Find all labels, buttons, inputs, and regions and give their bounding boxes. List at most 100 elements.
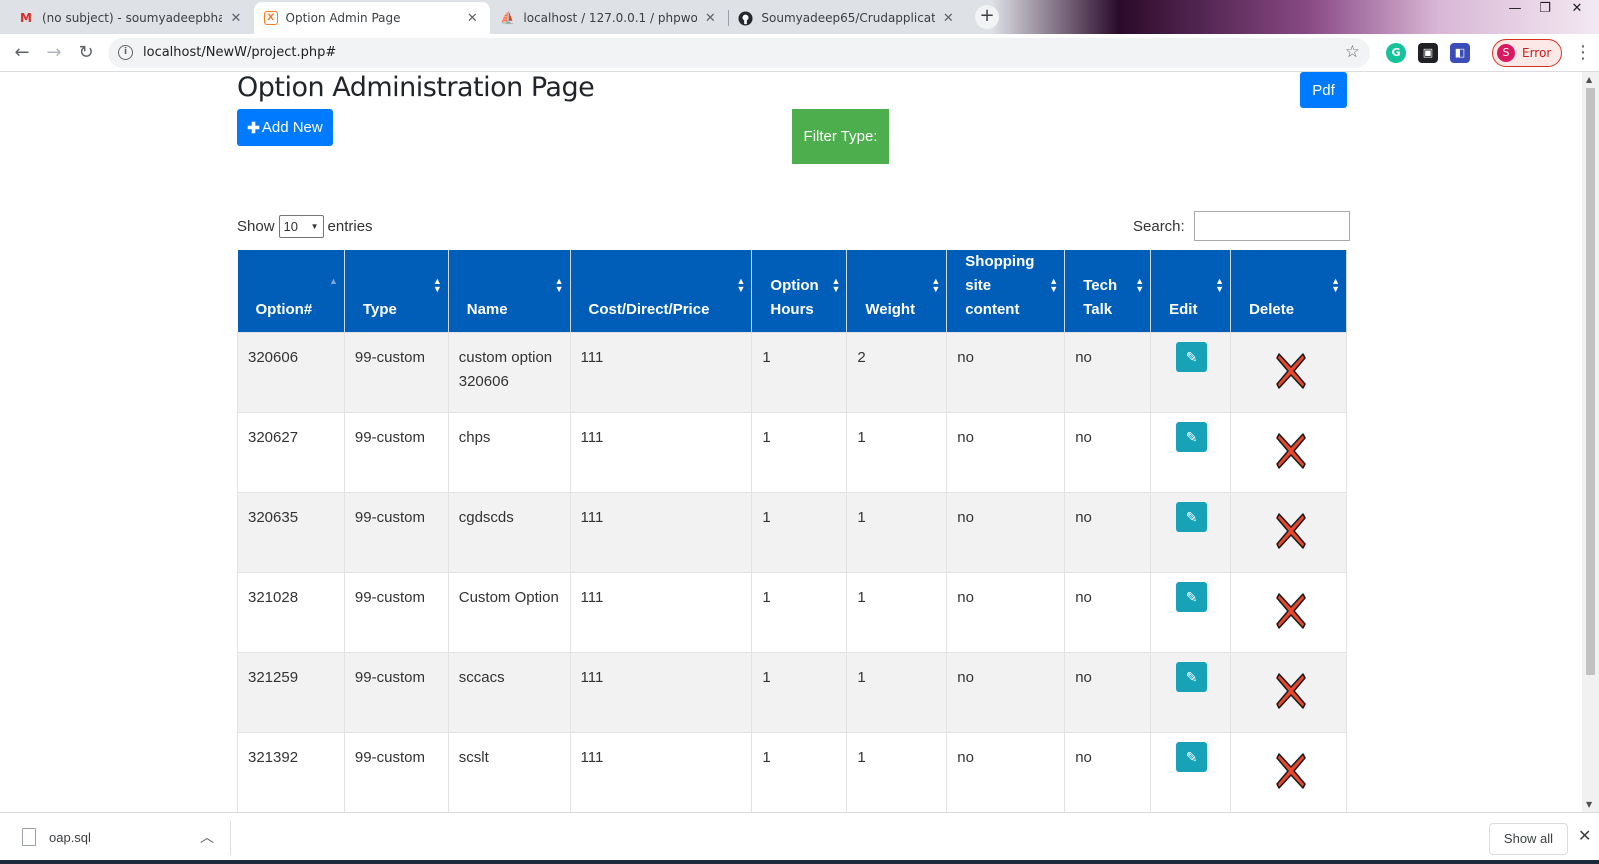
cell-name: Custom Option bbox=[447, 572, 571, 653]
entries-select[interactable]: 10 ▼ bbox=[278, 215, 324, 238]
add-new-button[interactable]: ✚ Add New bbox=[237, 109, 333, 146]
cell-option: 320627 bbox=[237, 412, 345, 493]
cell-cost: 111 bbox=[569, 732, 753, 812]
delete-icon[interactable] bbox=[1275, 352, 1307, 390]
filter-type-label: Filter Type: bbox=[803, 128, 878, 145]
scrollbar-thumb[interactable] bbox=[1586, 88, 1595, 675]
sort-icon: ▲ ▼ bbox=[831, 276, 841, 294]
column-header-option[interactable]: Option# ▲ bbox=[237, 250, 345, 333]
cell-option: 320635 bbox=[237, 492, 345, 573]
back-icon[interactable]: ← bbox=[10, 41, 34, 65]
sort-icon: ▲ ▼ bbox=[1135, 276, 1145, 294]
phpmyadmin-icon: ⛵ bbox=[500, 11, 516, 25]
filter-type-dropdown[interactable]: Filter Type: bbox=[792, 109, 889, 164]
cell-option-hours: 1 bbox=[751, 492, 848, 573]
github-icon bbox=[738, 10, 753, 26]
chevron-up-icon[interactable]: ︿ bbox=[200, 827, 214, 847]
table-header-row: Option# ▲ Type ▲ ▼ Name ▲ ▼ Cost/Direct/Price… bbox=[237, 250, 1347, 333]
cell-name: custom option 320606 bbox=[447, 332, 571, 413]
restore-icon[interactable]: ❐ bbox=[1530, 0, 1560, 20]
cell-option: 321259 bbox=[237, 652, 345, 733]
tab-phpmyadmin[interactable]: ⛵ localhost / 127.0.0.1 / phpwork1 ✕ bbox=[490, 2, 728, 34]
cell-option-hours: 1 bbox=[751, 572, 848, 653]
cell-shopping-site: no bbox=[946, 332, 1066, 413]
cell-weight: 1 bbox=[846, 572, 948, 653]
delete-icon[interactable] bbox=[1275, 672, 1307, 710]
cell-shopping-site: no bbox=[946, 492, 1066, 573]
close-icon[interactable]: ✕ bbox=[228, 11, 244, 26]
column-label: Delete bbox=[1249, 301, 1295, 318]
cell-shopping-site: no bbox=[946, 572, 1066, 653]
delete-icon[interactable] bbox=[1275, 432, 1307, 470]
delete-icon[interactable] bbox=[1275, 752, 1307, 790]
edit-button[interactable]: ✎ bbox=[1176, 422, 1208, 452]
column-header-option-hours[interactable]: Option Hours ▲ ▼ bbox=[751, 250, 848, 333]
cell-shopping-site: no bbox=[946, 652, 1066, 733]
grammarly-icon[interactable]: G bbox=[1386, 43, 1406, 63]
browser-toolbar: ← → ↻ i localhost/NewW/project.php# ☆ G … bbox=[0, 34, 1599, 72]
window-close-icon[interactable]: ✕ bbox=[1562, 0, 1592, 20]
column-header-cost[interactable]: Cost/Direct/Price ▲ ▼ bbox=[570, 250, 753, 333]
cell-cost: 111 bbox=[569, 332, 753, 413]
search-input[interactable] bbox=[1193, 211, 1350, 241]
plus-icon: ✚ bbox=[247, 119, 260, 137]
edit-button[interactable]: ✎ bbox=[1176, 342, 1208, 372]
page-title: Option Administration Page bbox=[237, 72, 595, 103]
column-header-shopping-site[interactable]: Shopping site content ▲ ▼ bbox=[946, 250, 1066, 333]
close-icon[interactable]: ✕ bbox=[941, 11, 956, 26]
scroll-down-icon[interactable]: ▼ bbox=[1586, 800, 1592, 809]
column-header-delete[interactable]: Delete ▲ ▼ bbox=[1230, 250, 1347, 333]
delete-icon[interactable] bbox=[1275, 592, 1307, 630]
table-row: 320606 99-custom custom option 320606 11… bbox=[237, 332, 1347, 413]
options-table: Option# ▲ Type ▲ ▼ Name ▲ ▼ Cost/Direct/Price… bbox=[237, 250, 1347, 812]
profile-error-button[interactable]: S Error bbox=[1492, 39, 1562, 67]
scroll-up-icon[interactable]: ▲ bbox=[1586, 75, 1592, 84]
close-icon[interactable]: ✕ bbox=[1578, 826, 1591, 845]
more-menu-icon[interactable]: ⋮ bbox=[1574, 42, 1592, 63]
address-bar[interactable]: i localhost/NewW/project.php# ☆ bbox=[108, 38, 1370, 68]
cell-name: scslt bbox=[447, 732, 571, 812]
sort-icon: ▲ ▼ bbox=[1331, 276, 1340, 294]
cell-option: 321392 bbox=[237, 732, 345, 812]
column-header-weight[interactable]: Weight ▲ ▼ bbox=[846, 250, 948, 333]
tab-option-admin[interactable]: X Option Admin Page ✕ bbox=[254, 2, 490, 34]
delete-icon[interactable] bbox=[1275, 512, 1307, 550]
tab-github[interactable]: Soumyadeep65/Crudapplication ✕ bbox=[728, 2, 966, 34]
cell-option-hours: 1 bbox=[751, 732, 848, 812]
column-label: Cost/Direct/Price bbox=[588, 301, 710, 318]
minimize-icon[interactable]: — bbox=[1500, 0, 1530, 20]
avatar: S bbox=[1497, 44, 1515, 62]
info-icon[interactable]: i bbox=[118, 45, 133, 60]
close-icon[interactable]: ✕ bbox=[465, 11, 480, 26]
page-scrollbar[interactable]: ▲ ▼ bbox=[1582, 72, 1599, 812]
column-header-name[interactable]: Name ▲ ▼ bbox=[448, 250, 571, 333]
new-tab-button[interactable]: + bbox=[975, 5, 999, 29]
cell-type: 99-custom bbox=[343, 652, 449, 733]
extension-icon[interactable]: ▣ bbox=[1418, 43, 1438, 63]
download-filename[interactable]: oap.sql bbox=[49, 830, 91, 845]
close-icon[interactable]: ✕ bbox=[703, 11, 718, 26]
edit-button[interactable]: ✎ bbox=[1176, 502, 1208, 532]
cell-delete bbox=[1230, 572, 1347, 653]
pdf-button[interactable]: Pdf bbox=[1300, 72, 1347, 108]
tab-gmail[interactable]: M (no subject) - soumyadeepbhadra ✕ bbox=[8, 2, 254, 34]
forward-icon[interactable]: → bbox=[42, 41, 66, 65]
cell-edit: ✎ bbox=[1150, 572, 1232, 653]
cell-cost: 111 bbox=[569, 652, 753, 733]
show-all-button[interactable]: Show all bbox=[1489, 823, 1568, 855]
cell-delete bbox=[1230, 652, 1347, 733]
screen-capture-icon[interactable]: ◧ bbox=[1450, 43, 1470, 63]
cell-edit: ✎ bbox=[1150, 332, 1232, 413]
bookmark-star-icon[interactable]: ☆ bbox=[1345, 42, 1360, 62]
column-header-tech-talk[interactable]: Tech Talk ▲ ▼ bbox=[1064, 250, 1152, 333]
edit-button[interactable]: ✎ bbox=[1176, 662, 1208, 692]
reload-icon[interactable]: ↻ bbox=[74, 41, 98, 65]
tab-title: (no subject) - soumyadeepbhadra bbox=[42, 11, 222, 25]
cell-delete bbox=[1230, 412, 1347, 493]
column-header-edit[interactable]: Edit ▲ ▼ bbox=[1150, 250, 1232, 333]
edit-button[interactable]: ✎ bbox=[1176, 582, 1208, 612]
edit-button[interactable]: ✎ bbox=[1176, 742, 1208, 772]
table-row: 321392 99-custom scslt 111 1 1 no no ✎ bbox=[237, 732, 1347, 812]
cell-weight: 2 bbox=[846, 332, 948, 413]
column-header-type[interactable]: Type ▲ ▼ bbox=[344, 250, 449, 333]
